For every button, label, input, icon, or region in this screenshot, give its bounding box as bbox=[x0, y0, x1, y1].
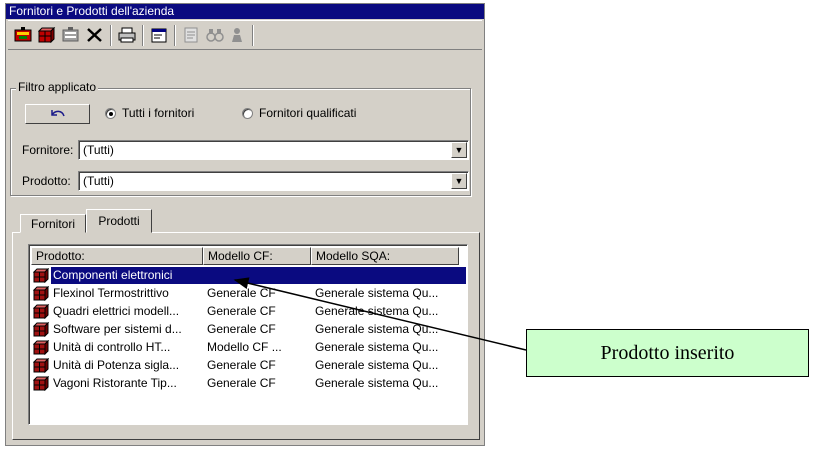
tab-products[interactable]: Prodotti bbox=[86, 209, 152, 233]
tab-products-label: Prodotti bbox=[98, 214, 140, 228]
callout-text: Prodotto inserito bbox=[600, 341, 735, 364]
callout-box: Prodotto inserito bbox=[526, 329, 809, 377]
